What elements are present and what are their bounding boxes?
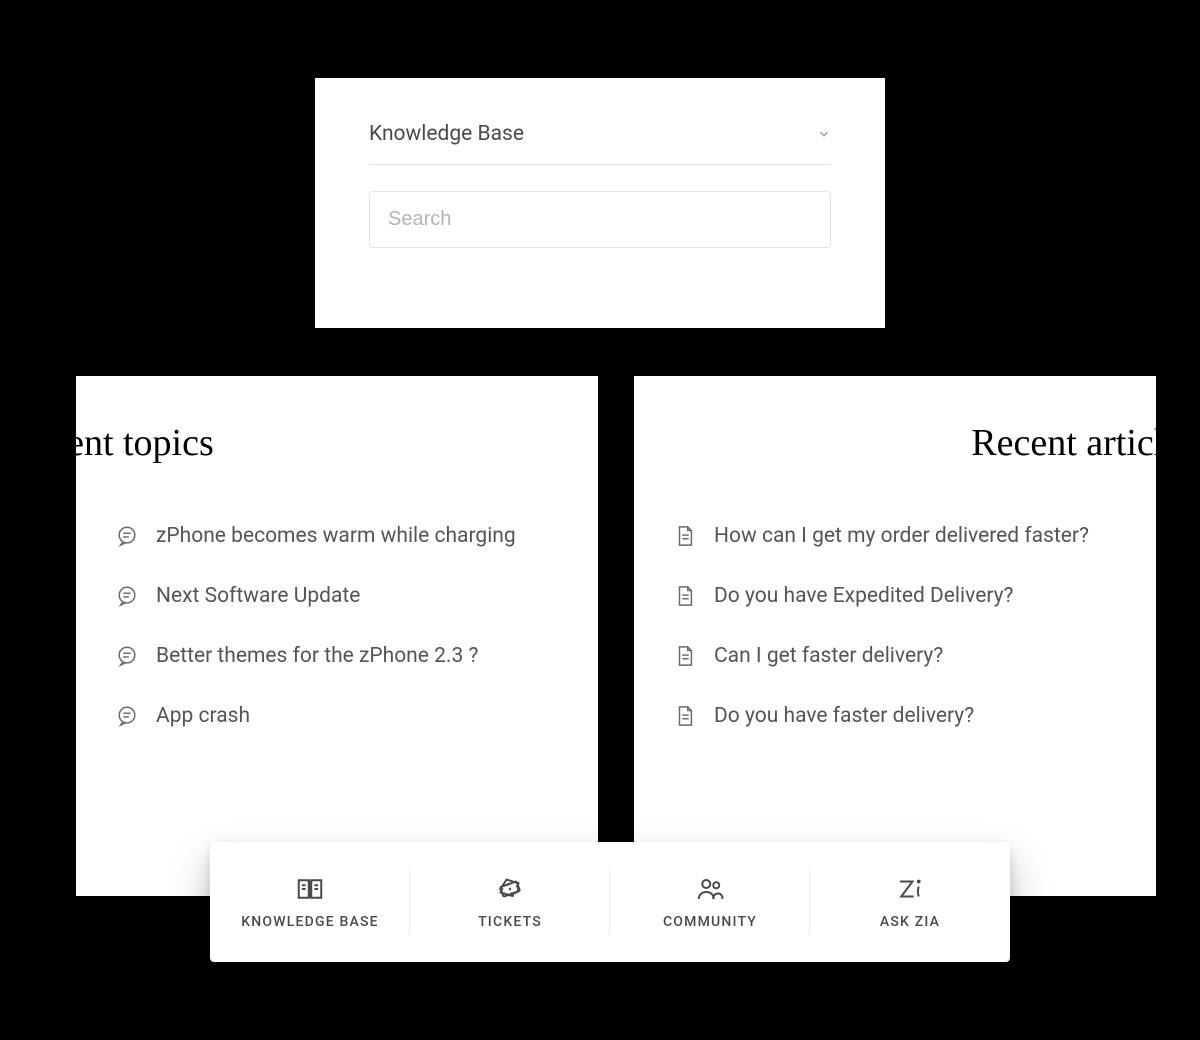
nav-label: COMMUNITY	[663, 914, 757, 930]
list-item[interactable]: Next Software Update	[116, 566, 558, 626]
nav-label: KNOWLEDGE BASE	[241, 914, 379, 930]
people-icon	[695, 874, 725, 904]
nav-label: ASK ZIA	[880, 914, 940, 930]
zia-icon	[895, 874, 925, 904]
search-card: Knowledge Base	[315, 78, 885, 328]
recent-topics-heading: Recent topics	[8, 421, 214, 465]
list-item-label: zPhone becomes warm while charging	[156, 524, 516, 548]
list-item-label: Do you have faster delivery?	[714, 704, 974, 728]
list-item[interactable]: Do you have Expedited Delivery?	[674, 566, 1116, 626]
document-icon	[674, 645, 696, 667]
book-icon	[295, 874, 325, 904]
list-item-label: Next Software Update	[156, 584, 360, 608]
list-item-label: App crash	[156, 704, 250, 728]
list-item-label: Better themes for the zPhone 2.3 ?	[156, 644, 478, 668]
nav-tickets[interactable]: TICKETS	[410, 842, 610, 962]
chevron-down-icon	[817, 127, 831, 141]
recent-articles-list: How can I get my order delivered faster?…	[674, 506, 1116, 746]
list-item-label: Can I get faster delivery?	[714, 644, 943, 668]
chat-icon	[116, 525, 138, 547]
list-item[interactable]: How can I get my order delivered faster?	[674, 506, 1116, 566]
chat-icon	[116, 705, 138, 727]
nav-ask-zia[interactable]: ASK ZIA	[810, 842, 1010, 962]
list-item-label: Do you have Expedited Delivery?	[714, 584, 1014, 608]
nav-community[interactable]: COMMUNITY	[610, 842, 810, 962]
ticket-icon	[495, 874, 525, 904]
nav-knowledge-base[interactable]: KNOWLEDGE BASE	[210, 842, 410, 962]
document-icon	[674, 525, 696, 547]
kb-dropdown-label: Knowledge Base	[369, 122, 524, 146]
bottom-nav: KNOWLEDGE BASE TICKETS COMMUNITY ASK ZIA	[210, 842, 1010, 962]
chat-icon	[116, 645, 138, 667]
list-item[interactable]: Better themes for the zPhone 2.3 ?	[116, 626, 558, 686]
list-item[interactable]: Do you have faster delivery?	[674, 686, 1116, 746]
recent-articles-heading: Recent articles	[971, 421, 1196, 465]
list-item[interactable]: App crash	[116, 686, 558, 746]
list-item[interactable]: Can I get faster delivery?	[674, 626, 1116, 686]
recent-articles-panel: Recent articles How can I get my order d…	[634, 376, 1156, 896]
nav-label: TICKETS	[478, 914, 542, 930]
list-item[interactable]: zPhone becomes warm while charging	[116, 506, 558, 566]
recent-topics-list: zPhone becomes warm while charging Next …	[116, 506, 558, 746]
search-input[interactable]	[369, 191, 831, 248]
search-title: Search	[548, 12, 651, 56]
document-icon	[674, 705, 696, 727]
chat-icon	[116, 585, 138, 607]
list-item-label: How can I get my order delivered faster?	[714, 524, 1089, 548]
recent-topics-panel: Recent topics zPhone becomes warm while …	[76, 376, 598, 896]
document-icon	[674, 585, 696, 607]
kb-dropdown[interactable]: Knowledge Base	[369, 122, 831, 165]
